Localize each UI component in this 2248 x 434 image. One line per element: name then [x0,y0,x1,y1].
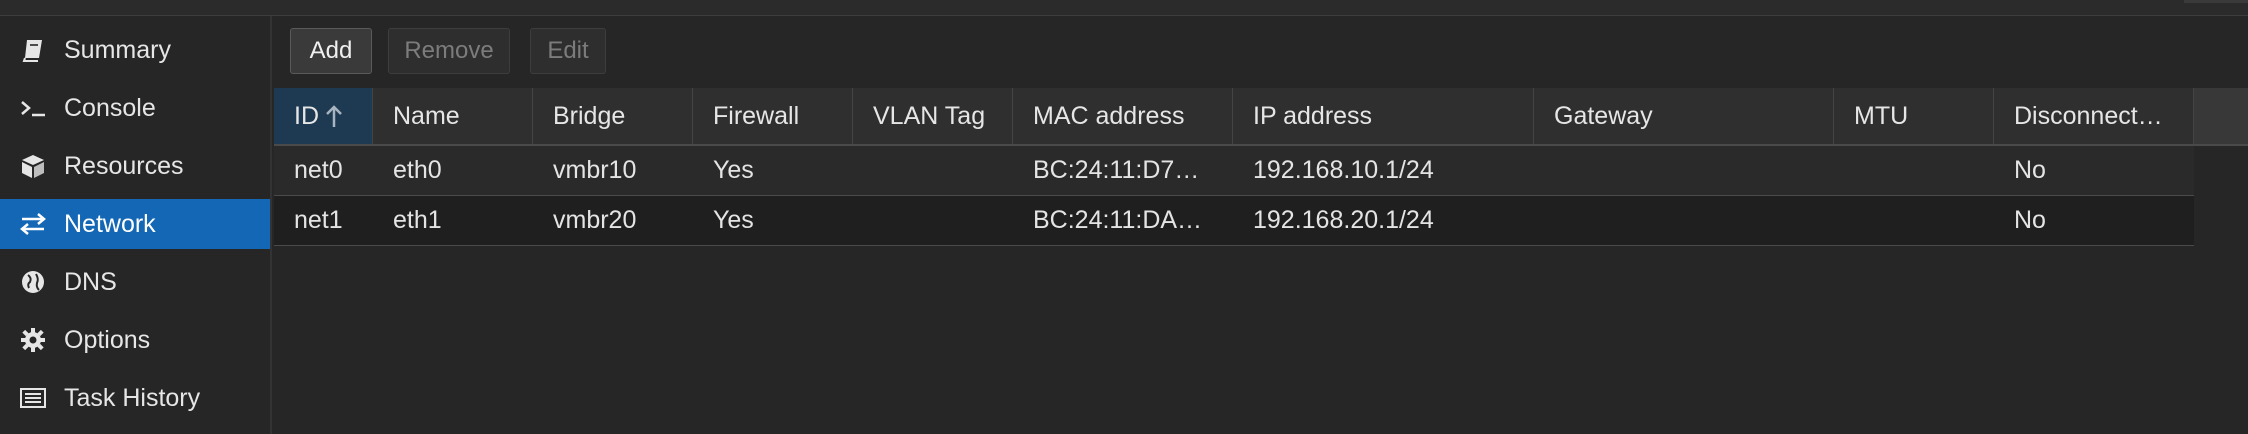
top-bar-corner [2184,0,2248,3]
grid-header: ID Name Bridge Firewall VLAN Tag MAC add… [274,88,2248,146]
sidebar-item-options[interactable]: Options [0,315,270,365]
cell-firewall: Yes [713,206,754,234]
column-header-mtu[interactable]: MTU [1834,88,1994,144]
cell-mac-address: BC:24:11:D7… [1033,156,1200,184]
sidebar-item-summary[interactable]: Summary [0,25,270,75]
sidebar: Summary Console Resources Network DNS Op… [0,16,272,434]
cell-disconnect: No [2014,206,2046,234]
sidebar-item-console[interactable]: Console [0,83,270,133]
cell-vlan-tag [853,196,1013,245]
sidebar-item-label: Resources [64,151,184,180]
sidebar-item-dns[interactable]: DNS [0,257,270,307]
sidebar-item-task-history[interactable]: Task History [0,373,270,423]
sidebar-item-resources[interactable]: Resources [0,141,270,191]
cell-mtu [1834,146,1994,195]
table-row[interactable]: net1 eth1 vmbr20 Yes BC:24:11:DA… 192.16… [274,196,2194,246]
table-row[interactable]: net0 eth0 vmbr10 Yes BC:24:11:D7… 192.16… [274,146,2194,196]
column-header-gateway[interactable]: Gateway [1534,88,1834,144]
cell-ip-address: 192.168.10.1/24 [1253,156,1434,184]
gear-icon [19,326,47,354]
column-header-ip-address[interactable]: IP address [1233,88,1534,144]
cell-mac-address: BC:24:11:DA… [1033,206,1203,234]
column-header-label: ID [294,101,319,130]
app-window: Summary Console Resources Network DNS Op… [0,0,2248,434]
sidebar-item-label: DNS [64,267,117,296]
column-header-vlan-tag[interactable]: VLAN Tag [853,88,1013,144]
cell-gateway [1534,146,1834,195]
remove-button[interactable]: Remove [388,28,510,74]
top-bar [0,0,2248,16]
cell-disconnect: No [2014,156,2046,184]
cell-name: eth0 [393,156,442,184]
sidebar-item-label: Network [64,209,156,238]
cell-id: net0 [294,156,343,184]
list-icon [19,384,47,412]
globe-icon [19,268,47,296]
column-header-id[interactable]: ID [274,88,373,144]
sidebar-item-label: Console [64,93,156,122]
exchange-icon [19,210,47,238]
cell-bridge: vmbr20 [553,206,637,234]
cell-firewall: Yes [713,156,754,184]
add-button[interactable]: Add [290,28,372,74]
network-panel: Add Remove Edit ID Name Bridge Firewall … [274,16,2248,434]
arrow-up-icon [325,103,343,129]
toolbar: Add Remove Edit [274,16,2248,88]
book-icon [19,36,47,64]
cube-icon [19,152,47,180]
cell-mtu [1834,196,1994,245]
cell-ip-address: 192.168.20.1/24 [1253,206,1434,234]
cell-bridge: vmbr10 [553,156,637,184]
sidebar-item-label: Options [64,325,151,354]
cell-vlan-tag [853,146,1013,195]
cell-gateway [1534,196,1834,245]
header-filler [2194,88,2248,144]
sidebar-item-label: Task History [64,383,201,412]
sidebar-item-network[interactable]: Network [0,199,270,249]
column-header-name[interactable]: Name [373,88,533,144]
cell-name: eth1 [393,206,442,234]
column-header-mac-address[interactable]: MAC address [1013,88,1233,144]
sidebar-item-label: Summary [64,35,171,64]
edit-button[interactable]: Edit [530,28,606,74]
terminal-icon [19,94,47,122]
cell-id: net1 [294,206,343,234]
column-header-bridge[interactable]: Bridge [533,88,693,144]
column-header-firewall[interactable]: Firewall [693,88,853,144]
column-header-disconnect[interactable]: Disconnect… [1994,88,2194,144]
